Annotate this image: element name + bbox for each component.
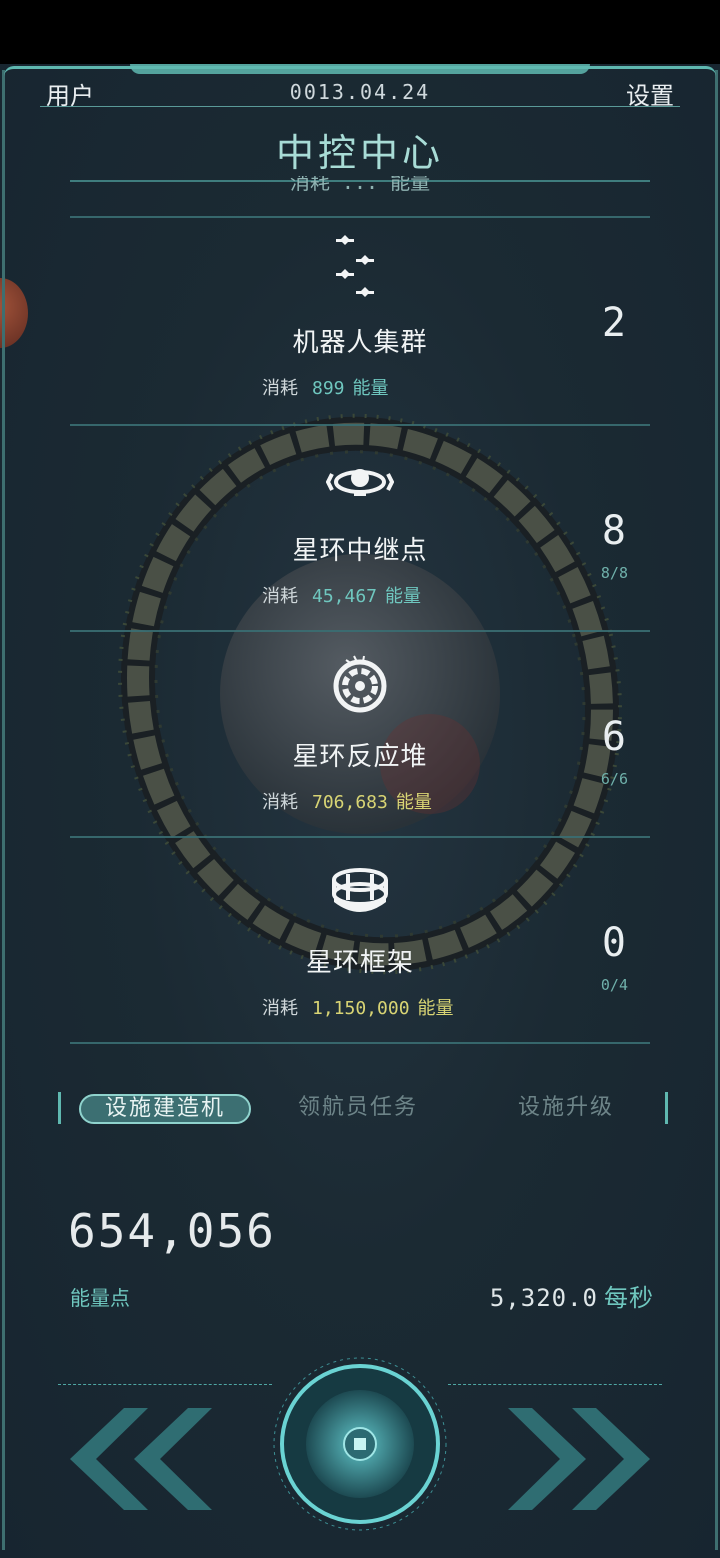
list-divider xyxy=(70,1042,650,1044)
cost-value: 899 xyxy=(312,378,345,399)
control-dash-right xyxy=(448,1384,662,1385)
frame-top-tab xyxy=(130,64,590,74)
item-cost: 消耗 899 能量 xyxy=(262,374,389,400)
item-cost: 消耗 706,683 能量 xyxy=(262,788,432,814)
list-item-robot-swarm[interactable]: 机器人集群 消耗 899 能量 2 xyxy=(0,218,720,424)
cost-value: 1,150,000 xyxy=(312,998,410,1019)
energy-points-label: 能量点 xyxy=(70,1286,130,1310)
cost-value: 706,683 xyxy=(312,792,388,813)
cost-unit: 能量 xyxy=(417,998,454,1019)
list-item-ring-relay[interactable]: 星环中继点 消耗 45,467 能量 8 8/8 xyxy=(0,426,720,632)
tab-facility-upgrade[interactable]: 设施升级 xyxy=(491,1092,641,1124)
list-item-ring-reactor[interactable]: 星环反应堆 消耗 706,683 能量 6 6/6 xyxy=(0,632,720,838)
cost-unit: 能量 xyxy=(352,378,389,399)
energy-rate-unit: 每秒 xyxy=(604,1284,654,1312)
header-divider xyxy=(40,106,680,107)
ring-frame-icon xyxy=(332,868,388,912)
cost-unit: 能量 xyxy=(395,792,432,813)
partial-item-cost: 消耗 ... 能量 xyxy=(289,176,431,194)
energy-points-value: 654,056 xyxy=(68,1204,276,1258)
item-cost: 消耗 45,467 能量 xyxy=(262,582,421,608)
page-title: 中控中心 xyxy=(275,131,444,175)
energy-rate-value: 5,320.0 xyxy=(489,1284,598,1312)
ring-reactor-icon xyxy=(333,655,387,713)
list-item-ring-frame[interactable]: 星环框架 消耗 1,150,000 能量 0 0/4 xyxy=(0,838,720,1044)
item-capacity: 0/4 xyxy=(600,976,628,994)
tab-facility-builder[interactable]: 设施建造机 xyxy=(79,1094,251,1124)
item-count: 0 xyxy=(601,920,626,966)
tab-navigator-missions[interactable]: 领航员任务 xyxy=(283,1092,433,1124)
cost-label: 消耗 xyxy=(262,586,298,607)
item-capacity: 8/8 xyxy=(600,564,628,582)
item-count: 6 xyxy=(601,714,626,760)
game-screen: 用户 0013.04.24 设置 中控中心 消耗 ... 能量 机器人集群 消耗… xyxy=(0,64,720,1558)
double-chevron-right-icon[interactable] xyxy=(504,1404,654,1514)
game-date: 0013.04.24 xyxy=(289,80,431,104)
cost-label: 消耗 xyxy=(262,792,298,813)
item-capacity: 6/6 xyxy=(600,770,628,788)
item-count: 8 xyxy=(601,508,626,554)
ring-relay-icon xyxy=(326,469,394,496)
center-core-button-icon[interactable] xyxy=(270,1354,450,1534)
robot-swarm-icon xyxy=(336,235,374,297)
double-chevron-left-icon[interactable] xyxy=(66,1404,216,1514)
item-cost: 消耗 1,150,000 能量 xyxy=(262,994,454,1020)
energy-rate: 5,320.0 每秒 xyxy=(490,1278,654,1313)
control-dash-left xyxy=(58,1384,272,1385)
cost-label: 消耗 xyxy=(262,378,298,399)
item-count: 2 xyxy=(601,300,626,346)
cost-label: 消耗 xyxy=(262,998,298,1019)
status-bar xyxy=(0,0,720,64)
cost-unit: 能量 xyxy=(385,586,422,607)
cost-value: 45,467 xyxy=(312,586,378,607)
tab-bar: 设施建造机 领航员任务 设施升级 xyxy=(58,1092,668,1124)
